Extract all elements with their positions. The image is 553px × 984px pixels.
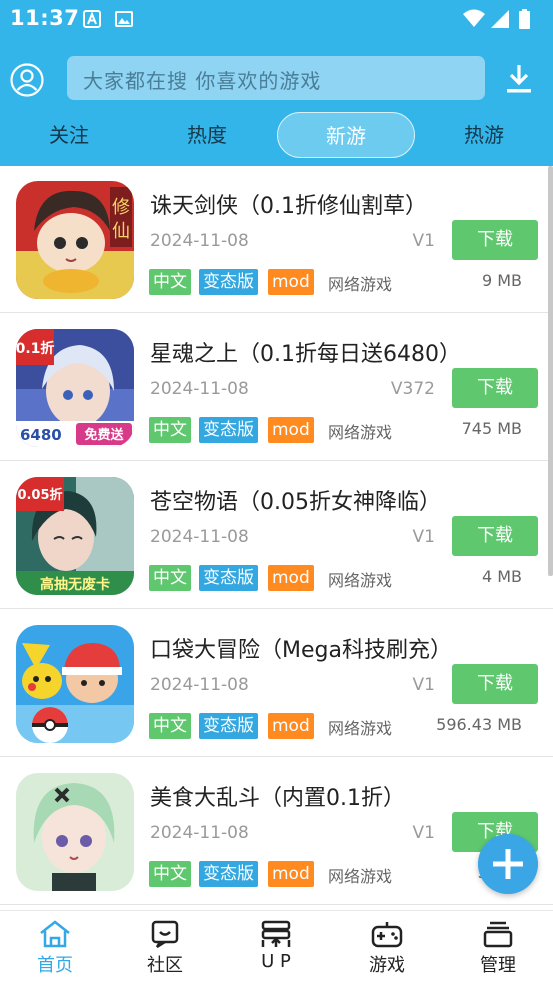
notification-image-icon <box>115 11 133 27</box>
tag-modified: 变态版 <box>199 861 258 887</box>
nav-games-label: 游戏 <box>369 955 405 976</box>
tag-modified: 变态版 <box>199 565 258 591</box>
game-size: 9 MB <box>481 271 522 290</box>
add-fab-button[interactable] <box>478 834 538 894</box>
tag-mod: mod <box>268 565 314 591</box>
download-button[interactable]: 下载 <box>452 664 538 704</box>
manage-icon <box>483 921 513 948</box>
status-time: 11:37 <box>10 6 80 30</box>
game-genre: 网络游戏 <box>328 275 393 294</box>
tag-modified: 变态版 <box>199 417 258 443</box>
game-genre: 网络游戏 <box>328 867 393 886</box>
nav-games[interactable]: 游戏 <box>332 919 442 981</box>
tag-mod: mod <box>268 417 314 443</box>
tab-hot[interactable]: 热度 <box>138 112 276 158</box>
upload-icon <box>261 920 291 947</box>
game3-banner: 高抽无废卡 <box>40 576 110 593</box>
game-size: 745 MB <box>461 419 522 438</box>
game-version: V1 <box>412 823 435 843</box>
category-tabs: 关注 热度 新游 热游 <box>0 110 553 160</box>
tag-chinese: 中文 <box>149 861 191 887</box>
nav-manage-label: 管理 <box>480 955 516 976</box>
game-list[interactable]: 修 仙 诛天剑侠（0.1折修仙割草） 2024-11-08 V1 下载 中文 变… <box>0 166 553 910</box>
game-row[interactable]: 美食大乱斗（内置0.1折） 2024-11-08 V1 下载 中文 变态版 mo… <box>0 758 553 905</box>
tag-chinese: 中文 <box>149 269 191 295</box>
nav-manage[interactable]: 管理 <box>443 919 553 981</box>
nav-up[interactable]: U P <box>221 919 331 981</box>
search-bar[interactable]: 大家都在搜 你喜欢的游戏 <box>67 56 485 100</box>
tag-chinese: 中文 <box>149 713 191 739</box>
tab-hot-games[interactable]: 热游 <box>415 112 553 158</box>
nav-home[interactable]: 首页 <box>0 919 110 981</box>
game-version: V372 <box>390 379 435 399</box>
game-version: V1 <box>412 675 435 695</box>
game2-discount: 0.1折 <box>16 340 54 357</box>
nav-community[interactable]: 社区 <box>110 919 220 981</box>
game-genre: 网络游戏 <box>328 423 393 442</box>
scrollbar[interactable] <box>548 166 553 576</box>
tag-modified: 变态版 <box>199 269 258 295</box>
game-icon[interactable]: 修 仙 <box>16 181 134 299</box>
tab-follow[interactable]: 关注 <box>0 112 138 158</box>
app-screen: 11:37 大家都在搜 你喜欢的游戏 关注 热度 新游 热游 修 仙 诛天剑侠（… <box>0 0 553 984</box>
game2-banner: 6480 <box>20 426 62 444</box>
download-button[interactable]: 下载 <box>452 220 538 260</box>
game-row[interactable]: 口袋大冒险（Mega科技刷充） 2024-11-08 V1 下载 中文 变态版 … <box>0 610 553 757</box>
game-icon[interactable]: 0.05折 高抽无废卡 <box>16 477 134 595</box>
game1-badge-char1: 修 <box>112 197 130 218</box>
release-date: 2024-11-08 <box>150 675 249 695</box>
game3-discount: 0.05折 <box>17 487 62 503</box>
notification-a-icon <box>83 10 101 28</box>
game-row[interactable]: 0.05折 高抽无废卡 苍空物语（0.05折女神降临） 2024-11-08 V… <box>0 462 553 609</box>
release-date: 2024-11-08 <box>150 379 249 399</box>
nav-up-label: U P <box>261 951 291 972</box>
game-title[interactable]: 诛天剑侠（0.1折修仙割草） <box>150 188 427 220</box>
game-version: V1 <box>412 527 435 547</box>
status-bar: 11:37 <box>0 0 553 38</box>
user-avatar-icon[interactable] <box>10 63 44 97</box>
home-icon <box>40 920 70 948</box>
tag-mod: mod <box>268 269 314 295</box>
game-title[interactable]: 口袋大冒险（Mega科技刷充） <box>150 632 452 664</box>
game-row[interactable]: 修 仙 诛天剑侠（0.1折修仙割草） 2024-11-08 V1 下载 中文 变… <box>0 166 553 313</box>
release-date: 2024-11-08 <box>150 231 249 251</box>
tab-new-games[interactable]: 新游 <box>277 112 415 158</box>
nav-home-label: 首页 <box>37 955 73 976</box>
game-genre: 网络游戏 <box>328 571 393 590</box>
game-genre: 网络游戏 <box>328 719 393 738</box>
game2-banner-free: 免费送 <box>84 427 124 443</box>
signal-icon <box>491 10 509 28</box>
nav-community-label: 社区 <box>147 955 183 976</box>
bottom-navigation: 首页 社区 U P 游戏 管理 <box>0 910 553 984</box>
download-button[interactable]: 下载 <box>452 516 538 556</box>
header: 11:37 大家都在搜 你喜欢的游戏 关注 热度 新游 热游 <box>0 0 553 166</box>
download-manager-icon[interactable] <box>504 62 534 96</box>
tag-modified: 变态版 <box>199 713 258 739</box>
download-button[interactable]: 下载 <box>452 368 538 408</box>
game1-badge-char2: 仙 <box>112 221 130 242</box>
community-icon <box>151 920 179 949</box>
game-title[interactable]: 美食大乱斗（内置0.1折） <box>150 780 405 812</box>
search-placeholder: 大家都在搜 你喜欢的游戏 <box>83 69 322 93</box>
tag-chinese: 中文 <box>149 417 191 443</box>
release-date: 2024-11-08 <box>150 823 249 843</box>
game-icon[interactable]: 0.1折 6480 免费送 <box>16 329 134 447</box>
game-icon[interactable] <box>16 625 134 743</box>
wifi-icon <box>463 9 485 27</box>
game-size: 596.43 MB <box>436 715 522 734</box>
game-title[interactable]: 苍空物语（0.05折女神降临） <box>150 484 441 516</box>
gamepad-icon <box>371 922 403 948</box>
game-icon[interactable] <box>16 773 134 891</box>
game-row[interactable]: 0.1折 6480 免费送 星魂之上（0.1折每日送6480） 2024-11-… <box>0 314 553 461</box>
battery-icon <box>519 11 530 29</box>
release-date: 2024-11-08 <box>150 527 249 547</box>
game-title[interactable]: 星魂之上（0.1折每日送6480） <box>150 336 461 368</box>
game-version: V1 <box>412 231 435 251</box>
tag-chinese: 中文 <box>149 565 191 591</box>
status-icons <box>463 9 530 29</box>
game-size: 4 MB <box>481 567 522 586</box>
tag-mod: mod <box>268 861 314 887</box>
tag-mod: mod <box>268 713 314 739</box>
